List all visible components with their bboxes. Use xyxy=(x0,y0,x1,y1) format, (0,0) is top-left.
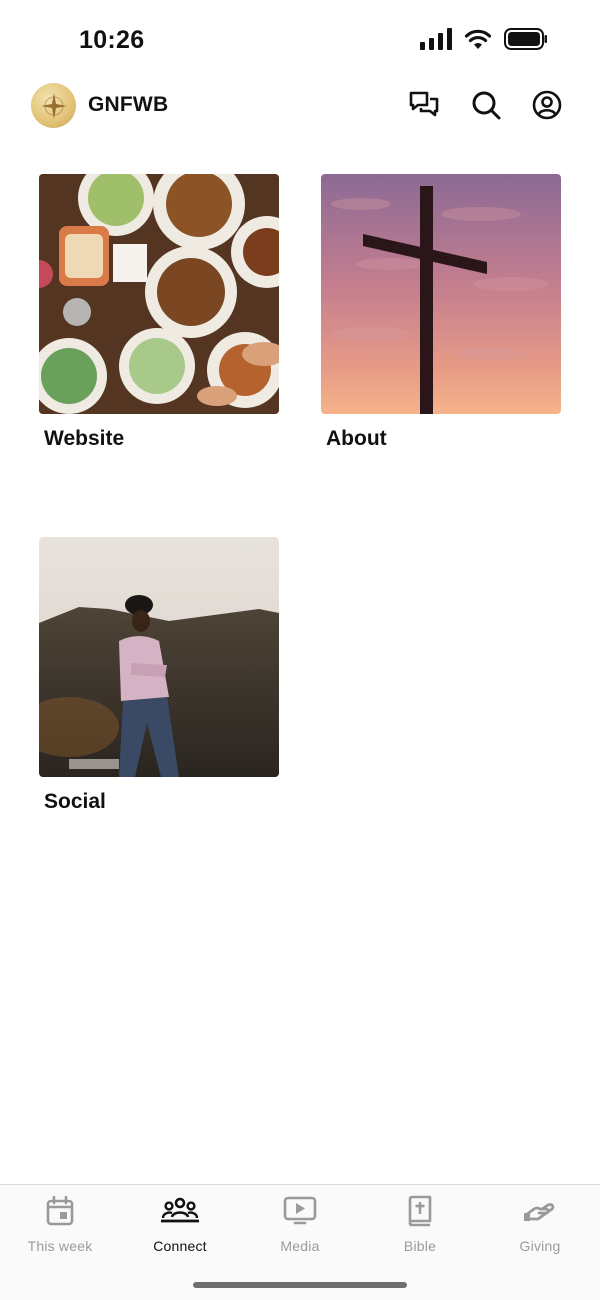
tab-bar: This week Connect Media Bible Giving xyxy=(0,1184,600,1300)
compass-star-icon xyxy=(40,92,67,119)
tab-label: Bible xyxy=(403,1238,437,1254)
messages-button[interactable] xyxy=(407,88,441,122)
tile-website[interactable]: Website xyxy=(39,174,279,451)
status-bar: 10:26 xyxy=(0,0,600,80)
profile-button[interactable] xyxy=(530,88,564,122)
cellular-signal-icon xyxy=(420,28,452,50)
search-icon xyxy=(472,91,501,120)
tab-this-week[interactable]: This week xyxy=(0,1195,120,1257)
social-image xyxy=(39,537,279,777)
church-logo[interactable] xyxy=(31,83,76,128)
calendar-icon xyxy=(46,1196,74,1226)
home-indicator xyxy=(193,1282,407,1288)
play-screen-icon xyxy=(283,1196,317,1225)
search-button[interactable] xyxy=(469,88,503,122)
wifi-icon xyxy=(464,29,492,49)
status-time: 10:26 xyxy=(79,26,145,54)
giving-hand-icon xyxy=(524,1203,555,1221)
app-title: GNFWB xyxy=(88,93,169,116)
tile-about[interactable]: About xyxy=(321,174,561,451)
people-icon xyxy=(161,1197,199,1223)
tile-social[interactable]: Social xyxy=(39,537,279,814)
tile-label: Social xyxy=(44,790,106,813)
tab-giving[interactable]: Giving xyxy=(480,1195,600,1257)
bible-icon xyxy=(408,1195,432,1227)
tab-label: Giving xyxy=(519,1238,561,1254)
tab-label: This week xyxy=(27,1238,93,1254)
status-icons xyxy=(420,28,548,50)
tab-label: Connect xyxy=(153,1238,207,1254)
tab-connect[interactable]: Connect xyxy=(120,1195,240,1257)
tile-label: Website xyxy=(44,427,125,450)
account-icon xyxy=(532,90,562,120)
tab-media[interactable]: Media xyxy=(240,1195,360,1257)
tab-label: Media xyxy=(280,1238,320,1254)
cross-image xyxy=(321,174,561,414)
tile-label: About xyxy=(326,427,387,450)
battery-icon xyxy=(504,28,547,50)
chat-bubbles-icon xyxy=(409,91,439,117)
tab-bible[interactable]: Bible xyxy=(360,1195,480,1257)
website-image xyxy=(39,174,279,414)
app-header: GNFWB xyxy=(0,80,600,132)
